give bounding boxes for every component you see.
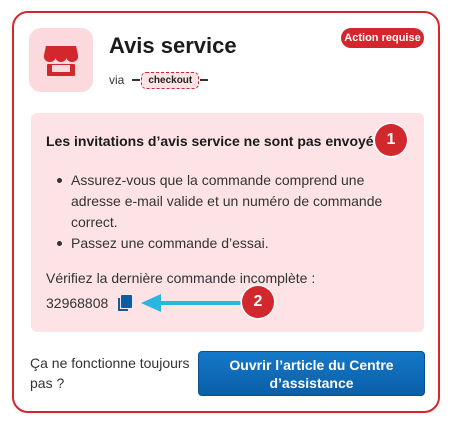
tip-item: Assurez-vous que la commande comprend un…	[57, 170, 387, 233]
help-question: Ça ne fonctionne toujours pas ?	[30, 355, 190, 391]
page-title: Avis service	[109, 33, 237, 58]
store-icon	[44, 46, 78, 76]
copy-icon[interactable]	[116, 294, 134, 312]
store-icon-tile	[29, 28, 93, 92]
order-number: 32968808	[46, 295, 109, 311]
step-marker-2: 2	[242, 286, 274, 318]
tips-list: Assurez-vous que la commande comprend un…	[57, 170, 387, 254]
connector-line-right	[200, 79, 209, 81]
connector-line-left	[132, 79, 141, 81]
step-marker-1: 1	[375, 124, 407, 156]
status-badge: Action requise	[341, 28, 424, 48]
pointer-arrow-icon	[141, 294, 241, 312]
alert-title: Les invitations d’avis service ne sont p…	[46, 133, 394, 149]
alert-panel: Les invitations d’avis service ne sont p…	[31, 113, 424, 332]
source-chip: checkout	[141, 71, 200, 89]
review-service-card: Avis service via checkout Action requise…	[12, 11, 440, 413]
order-row: 32968808	[46, 291, 134, 315]
tip-item: Passez une commande d’essai.	[57, 233, 387, 254]
check-order-label: Vérifiez la dernière commande incomplète…	[46, 270, 316, 286]
open-help-article-button[interactable]: Ouvrir l’article du Centre d’assistance	[198, 351, 425, 396]
source-row: via checkout	[109, 70, 209, 90]
via-label: via	[109, 73, 125, 87]
